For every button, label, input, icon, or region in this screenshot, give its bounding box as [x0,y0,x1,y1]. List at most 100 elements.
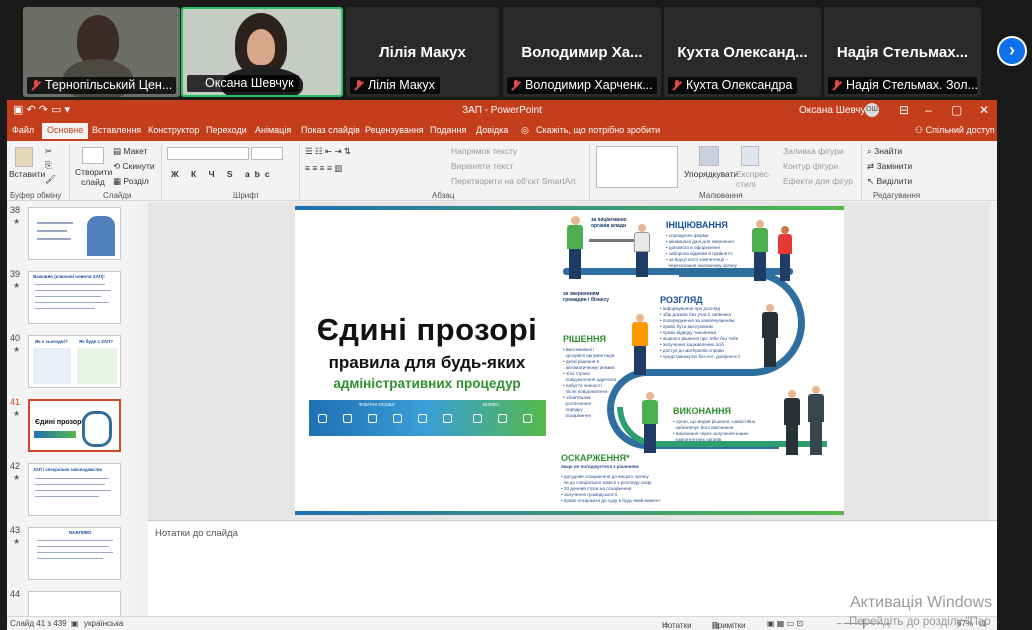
slide-thumbnail-39[interactable]: Важливо (ключові новели ЗАП): [28,271,121,324]
select-button[interactable]: ↖ Виділити [867,176,912,187]
slide-counter: Слайд 41 з 439 [10,619,67,628]
copy-icon[interactable]: ⎘ [45,160,52,171]
stage-items-decision: • вмотивовані і зрозумілі аргументація •… [563,347,617,418]
tab-review[interactable]: Рецензування [365,125,424,135]
thumbnail-number: 39 [10,269,21,279]
arrange-button[interactable]: Упорядкувати [684,169,738,179]
thumbnails-scrollbar[interactable] [136,202,146,616]
user-name[interactable]: Оксана Шевчук [799,105,870,116]
quick-styles-icon [741,146,759,166]
shape-outline-button[interactable]: Контур фігури [783,161,838,171]
spellcheck-icon[interactable]: ▣ [71,619,79,628]
cut-icon[interactable]: ✂ [45,146,52,157]
band-label-business: БІЗНЕС [483,402,500,407]
person-figure [633,224,651,278]
slide-thumbnail-42[interactable]: ЗАП і спеціальне законодавство [28,463,121,516]
tab-file[interactable]: Файл [12,125,34,135]
group-font: Шрифт [233,191,260,200]
share-button[interactable]: ⚇ Спільний доступ [915,125,995,136]
person-figure [641,392,659,454]
align-buttons[interactable]: ≡ ≡ ≡ ≡ ▥ [305,163,342,174]
language-indicator[interactable]: українська [84,619,123,628]
reset-button[interactable]: ⟲ Скинути [113,161,155,172]
quick-styles-button[interactable]: Експрес-стилі [736,169,774,189]
group-slides: Слайди [103,191,132,200]
paste-button[interactable]: Вставити [9,169,45,179]
animation-star-icon: ★ [13,409,21,418]
participant-display-name-3: Лілія Макух [379,44,466,61]
find-button[interactable]: ⌕ Знайти [867,146,902,157]
tell-me-search[interactable]: Скажіть, що потрібно зробити [536,125,660,135]
participant-tile-1[interactable]: Тернопільський Цен... [23,7,180,97]
tab-slideshow[interactable]: Показ слайдів [301,125,360,135]
participant-name-4: Володимир Харченк... [507,77,657,94]
list-buttons[interactable]: ☰ ☷ ⇤ ⇥ ⇅ [305,146,351,157]
person-icon: ⚇ [915,125,926,135]
participant-tile-4[interactable]: Володимир Ха... Володимир Харченк... [503,7,661,97]
thumbnail-number: 38 [10,205,21,215]
shape-fill-button[interactable]: Заливка фігури [783,146,844,156]
ribbon-display-options-icon[interactable]: ⊟ [899,103,909,117]
chevron-right-icon: › [1009,40,1015,60]
section-button[interactable]: ▦ Розділ [113,176,149,187]
notes-placeholder: Нотатки до слайда [155,528,238,539]
slide-thumbnail-43[interactable]: ВАЖЛИВО [28,527,121,580]
thumbnail-number: 43 [10,525,21,535]
participant-name-3: Лілія Макух [350,77,440,94]
new-slide-button[interactable]: Створити слайд [75,167,112,187]
text-direction-button[interactable]: Напрямок тексту [451,146,517,156]
tab-view[interactable]: Подання [430,125,466,135]
clipboard-icon [15,147,33,167]
close-icon[interactable]: ✕ [979,103,989,117]
participant-name-6: Надія Стельмах. Зол... [828,77,977,94]
font-size-select[interactable] [251,147,283,160]
arrange-icon [699,146,719,166]
tab-help[interactable]: Довідка [476,125,508,135]
new-slide-icon [82,147,104,164]
group-clipboard: Буфер обміну [10,191,62,200]
slide-thumbnail-38[interactable] [28,207,121,260]
participant-tile-5[interactable]: Кухта Олександ... Кухта Олександра [664,7,821,97]
category-icon [368,414,377,423]
format-painter-icon[interactable]: 🖌 [45,174,56,185]
mic-muted-icon [31,80,41,91]
tab-design[interactable]: Конструктор [148,125,199,135]
replace-button[interactable]: ⇄ Замінити [867,161,912,172]
slide-subtitle: правила для будь-яких [328,353,526,372]
slide-thumbnail-44[interactable] [28,591,121,616]
avatar[interactable]: ОШ [865,103,879,117]
stage-items-appeal: • досудове оскарження до вищого органу ч… [561,474,661,503]
slide-thumbnail-41-selected[interactable]: Єдині прозорі [28,399,121,452]
view-buttons[interactable]: ▣ ▦ ▭ ⊡ [767,619,803,628]
participant-name-1: Тернопільський Цен... [27,77,176,94]
person-figure [783,390,801,456]
tab-animations[interactable]: Анімація [255,125,291,135]
ribbon: Вставити ✂ ⎘ 🖌 Створити слайд ▤ Макет ⟲ … [7,141,997,201]
shapes-gallery[interactable] [596,146,678,188]
animation-star-icon: ★ [13,281,21,290]
tab-transitions[interactable]: Переходи [206,125,247,135]
smartart-button[interactable]: Перетворити на об'єкт SmartArt [451,176,575,186]
stage-items-review: • інформування про розгляд • збір доказі… [660,306,741,359]
minimize-icon[interactable]: – [925,103,932,117]
maximize-icon[interactable]: ▢ [951,103,962,117]
layout-button[interactable]: ▤ Макет [113,146,147,157]
participant-tile-6[interactable]: Надія Стельмах... Надія Стельмах. Зол... [824,7,981,97]
slide-scrollbar[interactable] [990,202,997,520]
category-icon [418,414,427,423]
tab-insert[interactable]: Вставлення [92,125,141,135]
category-icon [318,414,327,423]
thumbnail-number: 41 [10,397,21,407]
font-format-buttons[interactable]: Ж К Ч S abc [171,169,275,179]
align-text-button[interactable]: Вирівняти текст [451,161,513,171]
participant-tile-2[interactable]: Оксана Шевчук [181,7,343,97]
group-paragraph: Абзац [432,191,455,200]
layout-icon: ▤ [113,146,124,156]
next-participants-button[interactable]: › [997,36,1027,66]
tab-home[interactable]: Основне [42,123,89,139]
shape-effects-button[interactable]: Ефекти для фігур [783,176,853,186]
participant-tile-3[interactable]: Лілія Макух Лілія Макух [346,7,499,97]
slide-thumbnail-40[interactable]: Як є сьогодні? Як буде з ЗАП? [28,335,121,388]
current-slide[interactable]: Єдині прозорі правила для будь-яких адмі… [295,206,844,515]
font-family-select[interactable] [167,147,249,160]
